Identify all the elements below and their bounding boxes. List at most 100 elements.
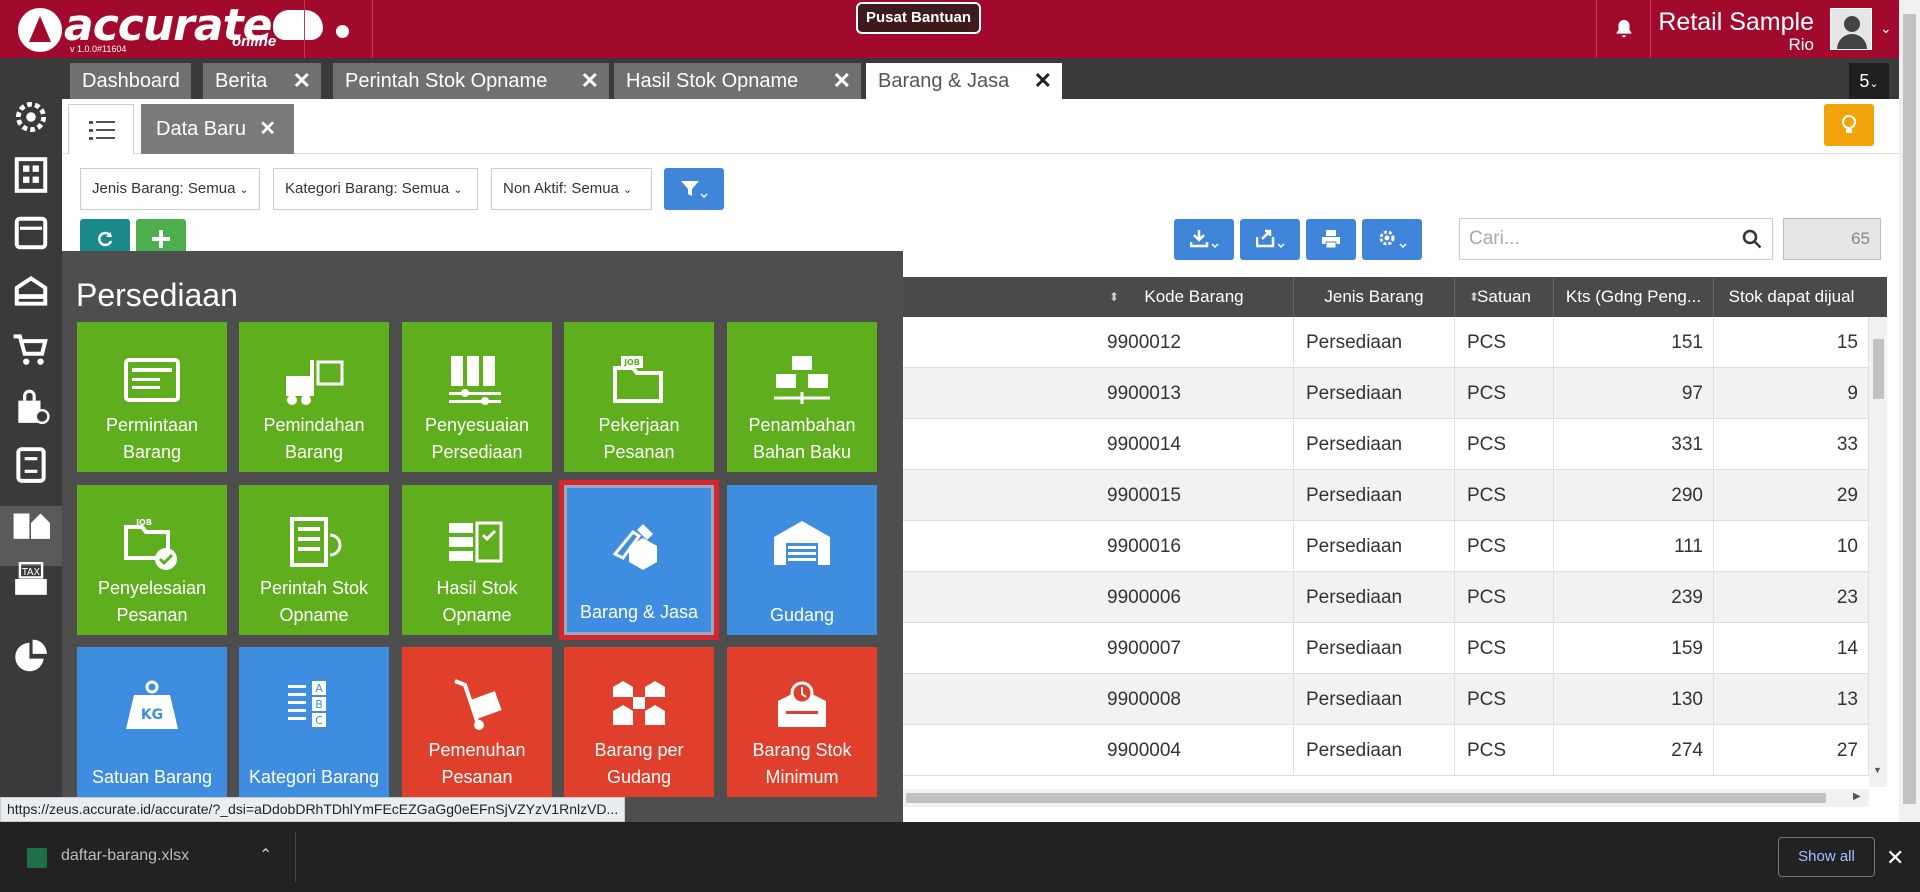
menu-tile-label: Pemindahan Barang (239, 412, 389, 466)
excel-file-icon[interactable] (27, 848, 47, 868)
menu-tile-kategori-barang[interactable]: A B C Kategori Barang (239, 647, 389, 797)
search-icon[interactable] (1742, 229, 1762, 249)
company-info[interactable]: Retail Sample Rio (1658, 8, 1814, 53)
export-button[interactable] (1240, 219, 1300, 260)
tab-count-badge[interactable]: 5⌄ (1849, 63, 1889, 99)
shopping-bag-icon[interactable] (12, 388, 50, 426)
sort-icon[interactable]: ⬍ (1469, 277, 1479, 317)
avatar[interactable] (1830, 8, 1872, 50)
help-center-button[interactable]: Pusat Bantuan (856, 2, 982, 34)
menu-tile-label-line1: Perintah Stok (259, 578, 369, 598)
inventory-cabinet-icon[interactable] (12, 446, 50, 484)
menu-tile-penambahan-bahan-baku[interactable]: Penambahan Bahan Baku (727, 322, 877, 472)
table-cell-stok: 10 (1714, 521, 1869, 572)
chevron-down-icon[interactable]: ⌄ (1880, 20, 1892, 37)
pie-chart-icon[interactable] (12, 638, 50, 676)
filter-non-active[interactable]: Non Aktif: Semua ⌄ (491, 168, 652, 210)
table-horizontal-scrollbar[interactable]: ▶ (903, 789, 1869, 807)
gear-icon[interactable] (12, 98, 50, 136)
column-header-stok[interactable]: Stok dapat dijual (1714, 277, 1869, 317)
table-vertical-scrollbar[interactable]: ▼ (1869, 317, 1887, 787)
column-header-kode-barang[interactable]: ⬍ Kode Barang (1095, 277, 1294, 317)
chevron-up-icon[interactable]: ⌃ (259, 845, 272, 865)
filter-item-category[interactable]: Kategori Barang: Semua ⌄ (273, 168, 478, 210)
menu-tile-barang-stok-minimum[interactable]: Barang Stok Minimum (727, 647, 877, 797)
column-header-jenis-barang[interactable]: Jenis Barang (1294, 277, 1455, 317)
menu-tile-penyesuaian-persediaan[interactable]: Penyesuaian Persediaan (402, 322, 552, 472)
asset-building-icon[interactable] (12, 504, 50, 542)
filter-item-type[interactable]: Jenis Barang: Semua ⌄ (80, 168, 260, 210)
page-scrollbar[interactable] (1899, 0, 1920, 822)
scroll-down-icon[interactable]: ▼ (1873, 765, 1882, 775)
divider (1596, 0, 1597, 58)
menu-tile-perintah-stok-opname[interactable]: Perintah Stok Opname (239, 485, 389, 635)
table-cell-jenis: Persediaan (1294, 521, 1455, 572)
close-icon[interactable]: ✕ (259, 104, 276, 154)
table-cell-jenis: Persediaan (1294, 572, 1455, 623)
divider (304, 0, 305, 58)
import-button[interactable] (1174, 219, 1234, 260)
menu-tile-pekerjaan-pesanan[interactable]: JOB Pekerjaan Pesanan (564, 322, 714, 472)
search-input[interactable]: Cari... (1459, 218, 1773, 260)
menu-tile-label-line1: Penambahan (748, 415, 856, 435)
tab-perintah-stok-opname[interactable]: Perintah Stok Opname ✕ (333, 63, 609, 99)
show-all-button[interactable]: Show all (1778, 837, 1875, 877)
menu-tile-label-line1: Pemenuhan (428, 740, 526, 760)
list-view-tab[interactable] (68, 104, 134, 154)
menu-tile-barang-per-gudang[interactable]: Barang per Gudang (564, 647, 714, 797)
stock-result-icon (449, 521, 503, 563)
close-icon[interactable]: ✕ (1034, 63, 1052, 99)
close-icon[interactable]: ✕ (1886, 845, 1904, 871)
menu-tile-label: Permintaan Barang (77, 412, 227, 466)
menu-tile-penyelesaian-pesanan[interactable]: JOB Penyelesaian Pesanan (77, 485, 227, 635)
download-bar (0, 822, 1920, 892)
filter-button[interactable] (664, 168, 724, 210)
menu-tile-pemenuhan-pesanan[interactable]: Pemenuhan Pesanan (402, 647, 552, 797)
sort-icon[interactable]: ⬍ (1109, 277, 1119, 317)
warehouse-icon (774, 521, 830, 565)
chevron-down-icon: ⌄ (453, 184, 463, 196)
download-file-name[interactable]: daftar-barang.xlsx (61, 847, 189, 865)
print-button[interactable] (1306, 219, 1356, 260)
status-dot-icon (336, 25, 349, 38)
settings-button[interactable] (1362, 219, 1422, 260)
scroll-right-icon[interactable]: ▶ (1853, 791, 1861, 802)
table-cell-satuan: PCS (1455, 674, 1554, 725)
accurate-logo[interactable]: accurate (18, 4, 324, 54)
lightbulb-icon (1842, 115, 1856, 133)
tab-dashboard[interactable]: Dashboard (70, 63, 191, 99)
menu-tile-hasil-stok-opname[interactable]: Hasil Stok Opname (402, 485, 552, 635)
version-text: v 1.0.0#11604 (70, 44, 127, 54)
ledger-icon[interactable] (12, 214, 50, 252)
table-cell-kode: 9900012 (1095, 317, 1294, 368)
column-header-satuan[interactable]: ⬍ Satuan (1455, 277, 1554, 317)
tax-icon[interactable]: TAX (12, 560, 50, 598)
tab-hasil-stok-opname[interactable]: Hasil Stok Opname ✕ (614, 63, 861, 99)
cart-icon[interactable] (12, 330, 50, 368)
column-header-kts[interactable]: Kts (Gdng Peng... (1554, 277, 1714, 317)
bank-card-icon[interactable] (12, 272, 50, 310)
menu-tile-permintaan-barang[interactable]: Permintaan Barang (77, 322, 227, 472)
tips-button[interactable] (1824, 104, 1874, 146)
menu-tile-gudang[interactable]: Gudang (727, 485, 877, 635)
company-building-icon[interactable] (12, 156, 50, 194)
menu-tile-pemindahan-barang[interactable]: Pemindahan Barang (239, 322, 389, 472)
menu-tile-label-line2: Pesanan (441, 767, 513, 787)
close-icon[interactable]: ✕ (293, 63, 311, 99)
tab-berita[interactable]: Berita ✕ (203, 63, 321, 99)
bell-icon[interactable] (1613, 18, 1635, 40)
new-data-tab[interactable]: Data Baru ✕ (141, 104, 294, 154)
tab-barang-jasa[interactable]: Barang & Jasa ✕ (866, 63, 1062, 99)
table-cell-stok: 13 (1714, 674, 1869, 725)
record-count: 65 (1783, 218, 1881, 260)
close-icon[interactable]: ✕ (833, 63, 851, 99)
abc-list-icon: ABC (288, 681, 326, 727)
menu-tile-satuan-barang[interactable]: KG Satuan Barang (77, 647, 227, 797)
forklift-icon (286, 360, 344, 405)
svg-text:JOB: JOB (623, 358, 640, 367)
table-cell-kode: 9900013 (1095, 368, 1294, 419)
close-icon[interactable]: ✕ (581, 63, 599, 99)
table-cell-jenis: Persediaan (1294, 368, 1455, 419)
menu-tile-barang-jasa[interactable]: Barang & Jasa (559, 480, 719, 640)
table-cell-satuan: PCS (1455, 368, 1554, 419)
